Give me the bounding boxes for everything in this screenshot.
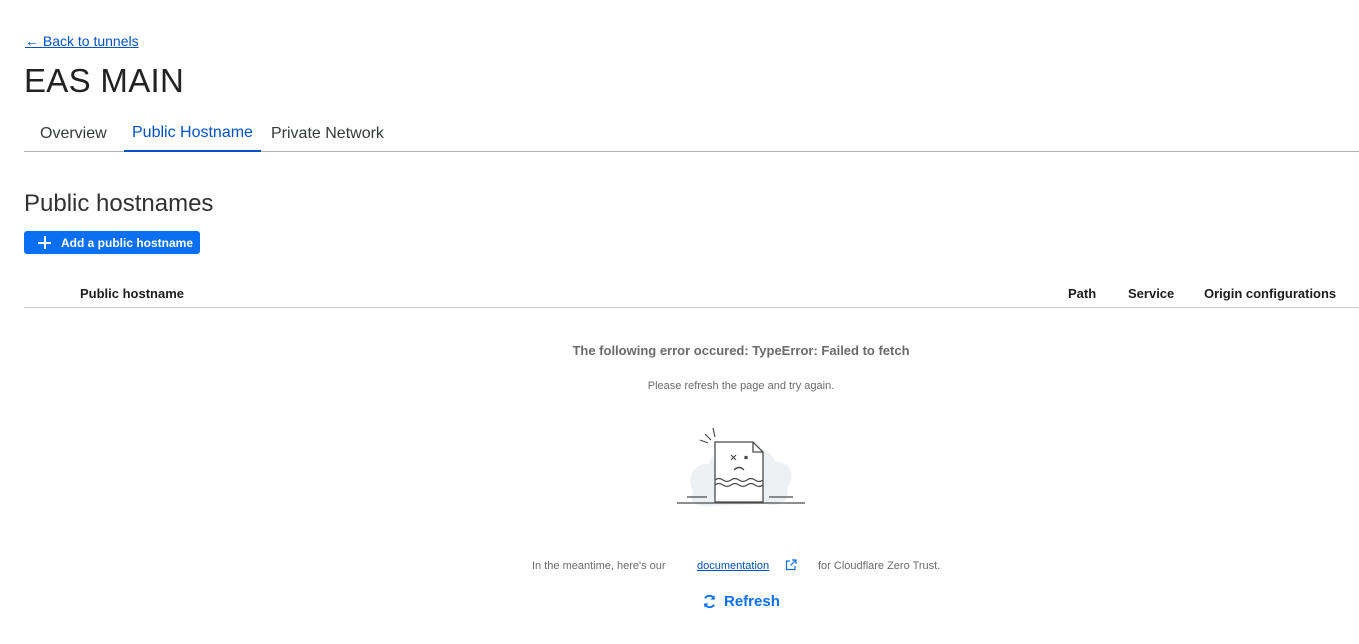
page-title: EAS MAIN	[24, 62, 185, 99]
error-subtitle: Please refresh the page and try again.	[647, 380, 835, 392]
section-title: Public hostnames	[24, 190, 214, 217]
meantime-prefix-text: In the meantime, here's our	[532, 560, 666, 572]
tab-public-hostname[interactable]: Public Hostname	[124, 117, 261, 152]
tab-bar: Overview Public Hostname Private Network	[24, 117, 1359, 152]
tab-overview[interactable]: Overview	[40, 117, 107, 150]
error-title: The following error occured: TypeError: …	[572, 343, 910, 358]
table-header: Public hostname Path Service Origin conf…	[24, 280, 1359, 308]
broken-document-icon	[677, 427, 805, 507]
meantime-suffix-text: for Cloudflare Zero Trust.	[818, 560, 941, 572]
add-public-hostname-button[interactable]: Add a public hostname	[24, 231, 200, 254]
column-header-public-hostname[interactable]: Public hostname	[80, 286, 184, 301]
refresh-button[interactable]: Refresh	[702, 591, 780, 611]
external-link-icon[interactable]	[785, 559, 797, 571]
column-header-origin-configurations[interactable]: Origin configurations	[1204, 286, 1336, 301]
add-public-hostname-label: Add a public hostname	[61, 235, 194, 250]
refresh-icon	[703, 594, 716, 608]
back-to-tunnels-link[interactable]: ← Back to tunnels	[25, 33, 139, 49]
documentation-link[interactable]: documentation	[697, 560, 769, 572]
column-header-path[interactable]: Path	[1068, 286, 1096, 301]
refresh-label: Refresh	[724, 592, 780, 610]
tab-private-network[interactable]: Private Network	[271, 117, 384, 150]
column-header-service[interactable]: Service	[1128, 286, 1174, 301]
plus-icon	[38, 236, 51, 249]
